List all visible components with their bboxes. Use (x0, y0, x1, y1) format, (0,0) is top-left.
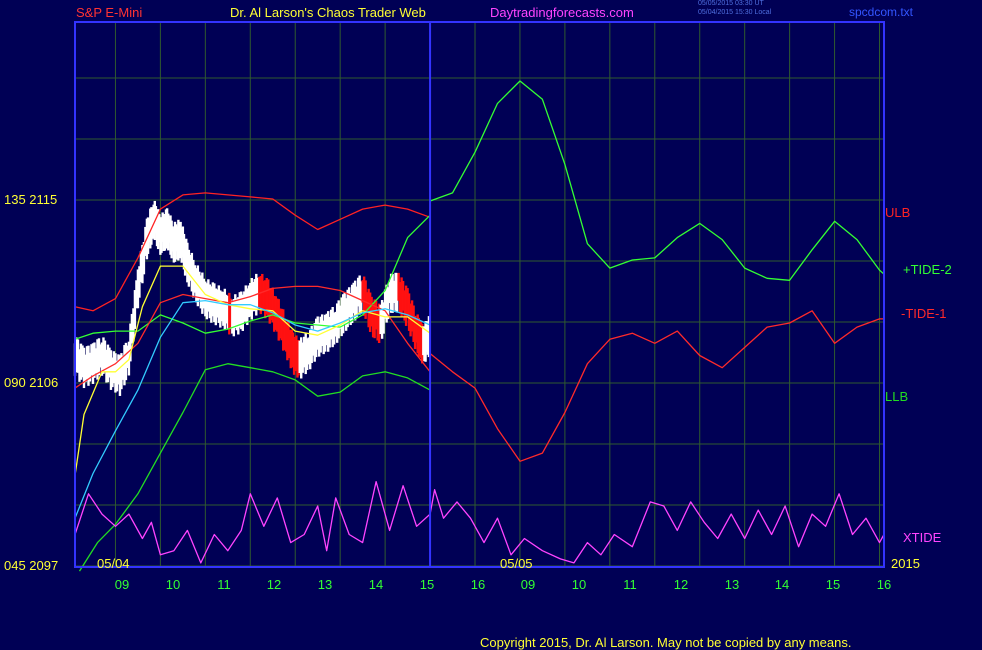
legend-llb: LLB (885, 389, 909, 404)
series-line-xtide (74, 480, 885, 564)
legend-tide-plus: +TIDE-2 (903, 262, 952, 277)
y-tick-2097: 045 2097 (4, 558, 59, 573)
x-tick-label: 16 (876, 577, 892, 592)
x-tick-label: 10 (571, 577, 587, 592)
timestamp-local: 05/04/2015 15:30 Local (698, 9, 772, 16)
legend-ulb: ULB (885, 205, 911, 220)
year-label: 2015 (891, 556, 920, 571)
timestamp-ut: 05/05/2015 03:30 UT (698, 0, 764, 7)
x-tick-label: 12 (266, 577, 282, 592)
x-tick-label: 11 (623, 577, 637, 592)
x-tick-label: 16 (470, 577, 486, 592)
day-label-0504: 05/04 (97, 556, 130, 571)
x-tick-label: 14 (774, 577, 790, 592)
x-tick-label: 09 (114, 577, 130, 592)
x-tick-label: 10 (165, 577, 181, 592)
legend-tide-minus: -TIDE-1 (901, 306, 947, 321)
day-label-0505: 05/05 (500, 556, 533, 571)
series-layer (73, 80, 885, 572)
x-tick-label: 15 (419, 577, 435, 592)
instrument-label: S&P E-Mini (76, 5, 143, 20)
x-tick-label: 13 (724, 577, 740, 592)
x-tick-label: 12 (673, 577, 689, 592)
site-title: Dr. Al Larson's Chaos Trader Web (230, 5, 426, 20)
x-tick-label: 09 (520, 577, 536, 592)
site-url-link[interactable]: Daytradingforecasts.com (490, 5, 634, 20)
x-tick-label: 11 (217, 577, 231, 592)
legend-xtide: XTIDE (903, 530, 942, 545)
chart-canvas (73, 21, 885, 572)
x-tick-label: 13 (317, 577, 333, 592)
y-tick-2115: 135 2115 (4, 192, 58, 207)
copyright-notice: Copyright 2015, Dr. Al Larson. May not b… (480, 635, 852, 650)
filename-label: spcdcom.txt (849, 5, 914, 19)
y-tick-2106: 090 2106 (4, 375, 59, 390)
series-line-tide-1 (74, 285, 884, 462)
x-tick-label: 14 (368, 577, 384, 592)
x-tick-label: 15 (825, 577, 841, 592)
series-line-llb (78, 363, 431, 572)
